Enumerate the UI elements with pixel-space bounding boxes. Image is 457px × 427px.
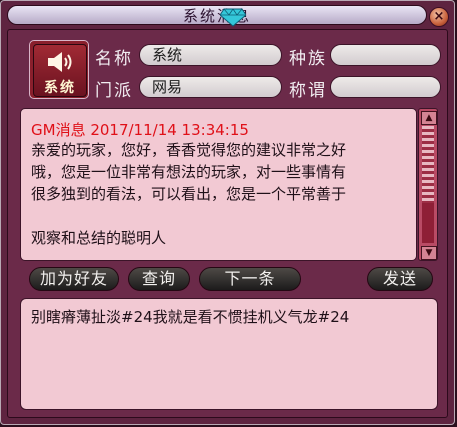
reply-input-text: 别瞎瘠薄扯淡#24我就是看不惯挂机义气龙#24 — [31, 308, 350, 326]
title-label: 称谓 — [289, 81, 327, 101]
speaker-icon — [48, 52, 72, 72]
close-button[interactable]: × — [429, 7, 449, 27]
title-field — [330, 76, 441, 98]
gem-icon — [220, 8, 246, 27]
scroll-thumb[interactable] — [422, 126, 434, 203]
sender-avatar: 系统 — [29, 40, 89, 99]
school-field: 网易 — [139, 76, 282, 98]
message-scrollbar[interactable]: ▲ ▼ — [418, 108, 438, 261]
race-label: 种族 — [289, 49, 327, 69]
message-panel[interactable]: GM消息 2017/11/14 13:34:15 亲爱的玩家，您好，香香觉得您的… — [20, 108, 417, 339]
add-friend-button[interactable]: 加为好友 — [29, 267, 119, 291]
name-label: 名称 — [95, 49, 133, 69]
title-bar[interactable]: 系统消息 — [7, 5, 427, 27]
scroll-track[interactable] — [422, 126, 434, 243]
message-line: 很多独到的看法，可以看出，您是一个平常善于 — [31, 185, 347, 203]
query-button[interactable]: 查询 — [128, 267, 190, 291]
message-line: 观察和总结的聪明人 — [31, 229, 167, 247]
name-field: 系统 — [139, 44, 282, 66]
school-label: 门派 — [95, 81, 133, 101]
send-button[interactable]: 发送 — [367, 267, 433, 291]
message-header: GM消息 2017/11/14 13:34:15 — [31, 121, 249, 139]
message-line — [31, 205, 411, 227]
message-line: 哦，您是一位非常有想法的玩家，对一些事情有 — [31, 163, 347, 181]
reply-input[interactable]: 别瞎瘠薄扯淡#24我就是看不惯挂机义气龙#24 — [20, 298, 438, 410]
scroll-down-icon[interactable]: ▼ — [421, 246, 437, 260]
avatar-label: 系统 — [44, 80, 76, 96]
avatar-inner: 系统 — [33, 44, 87, 97]
message-body: 亲爱的玩家，您好，香香觉得您的建议非常之好 哦，您是一位非常有想法的玩家，对一些… — [31, 139, 411, 249]
next-message-button[interactable]: 下一条 — [199, 267, 301, 291]
system-message-window: 系统消息 × 系统 名称 系统 种族 门派 网易 称谓 GM消息 2017/11… — [0, 0, 455, 425]
close-icon: × — [433, 9, 445, 24]
scroll-up-icon[interactable]: ▲ — [421, 111, 437, 125]
race-field — [330, 44, 441, 66]
message-line: 亲爱的玩家，您好，香香觉得您的建议非常之好 — [31, 141, 347, 159]
